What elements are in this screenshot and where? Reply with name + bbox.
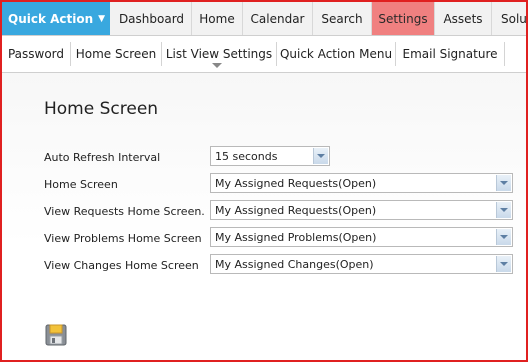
nav-solutions[interactable]: Solu: [492, 2, 526, 35]
subnav-divider: [504, 42, 505, 66]
app-frame: Quick Action ▼ Dashboard Home Calendar S…: [0, 0, 528, 362]
nav-calendar[interactable]: Calendar: [243, 2, 313, 35]
view-problems-label: View Problems Home Screen: [44, 232, 202, 245]
view-changes-label: View Changes Home Screen: [44, 259, 199, 272]
dropdown-arrow-icon[interactable]: [496, 256, 511, 272]
auto-refresh-select[interactable]: 15 seconds: [210, 146, 330, 166]
nav-assets[interactable]: Assets: [435, 2, 492, 35]
subnav-password[interactable]: Password: [2, 36, 70, 72]
auto-refresh-value: 15 seconds: [215, 149, 278, 163]
chevron-down-icon[interactable]: [212, 63, 222, 68]
home-screen-value: My Assigned Requests(Open): [215, 176, 377, 190]
nav-search[interactable]: Search: [313, 2, 372, 35]
dropdown-arrow-icon[interactable]: [496, 202, 511, 218]
subnav-quick-action-menu[interactable]: Quick Action Menu: [277, 36, 395, 72]
view-changes-select[interactable]: My Assigned Changes(Open): [210, 254, 513, 274]
subnav-email-signature[interactable]: Email Signature: [396, 36, 504, 72]
settings-content: Home Screen Auto Refresh Interval 15 sec…: [2, 73, 526, 360]
view-requests-label: View Requests Home Screen.: [44, 205, 205, 218]
nav-dashboard[interactable]: Dashboard: [112, 2, 192, 35]
view-problems-value: My Assigned Problems(Open): [215, 230, 377, 244]
dropdown-arrow-icon[interactable]: [313, 148, 328, 164]
view-requests-select[interactable]: My Assigned Requests(Open): [210, 200, 513, 220]
nav-home[interactable]: Home: [192, 2, 243, 35]
settings-subnav: Password Home Screen List View Settings …: [2, 36, 526, 73]
view-requests-value: My Assigned Requests(Open): [215, 203, 377, 217]
dropdown-arrow-icon[interactable]: [496, 229, 511, 245]
view-problems-select[interactable]: My Assigned Problems(Open): [210, 227, 513, 247]
view-changes-value: My Assigned Changes(Open): [215, 257, 374, 271]
subnav-home-screen[interactable]: Home Screen: [71, 36, 161, 72]
auto-refresh-label: Auto Refresh Interval: [44, 151, 161, 164]
caret-down-icon: ▼: [98, 13, 106, 24]
top-nav: Quick Action ▼ Dashboard Home Calendar S…: [2, 2, 526, 36]
home-screen-select[interactable]: My Assigned Requests(Open): [210, 173, 513, 193]
nav-settings[interactable]: Settings: [372, 2, 435, 35]
quick-action-button[interactable]: Quick Action ▼: [2, 2, 110, 35]
quick-action-label: Quick Action: [8, 11, 94, 26]
page-title: Home Screen: [44, 99, 159, 119]
home-screen-label: Home Screen: [44, 178, 118, 191]
save-icon[interactable]: [45, 324, 67, 346]
dropdown-arrow-icon[interactable]: [496, 175, 511, 191]
